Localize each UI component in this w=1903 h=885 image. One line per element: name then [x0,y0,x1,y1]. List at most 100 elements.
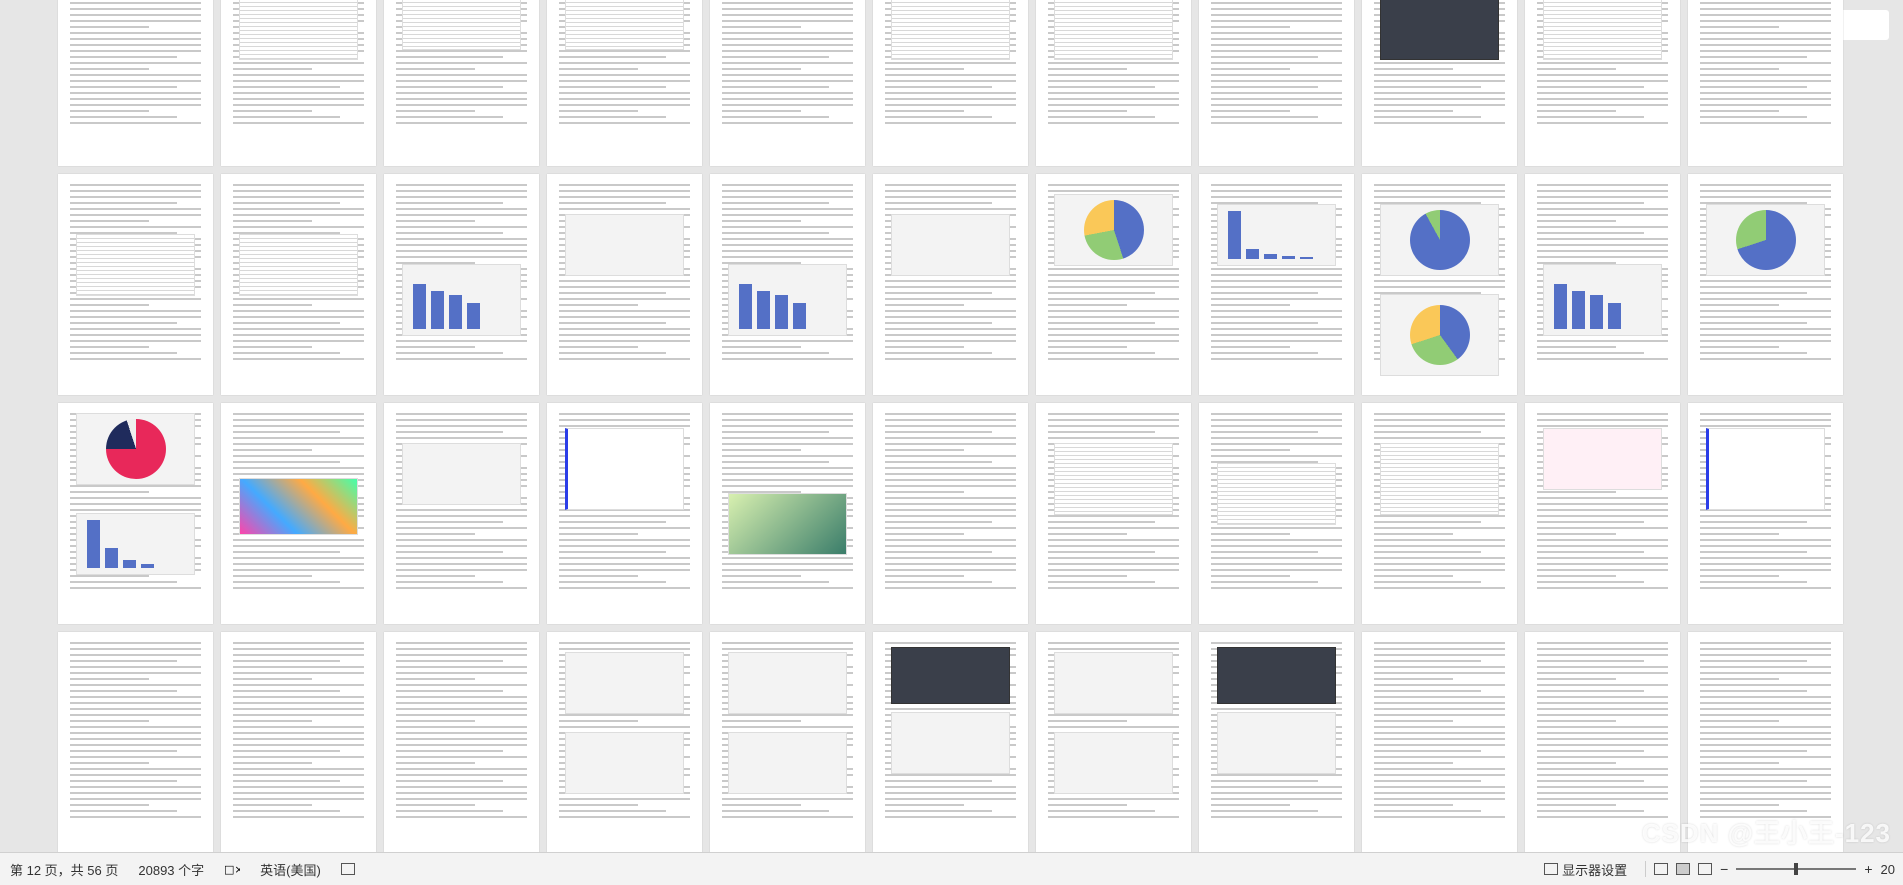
display-settings-button[interactable]: 显示器设置 [1534,860,1637,879]
chart-bar [1572,291,1585,329]
page-thumbnail[interactable] [384,0,539,166]
word-count[interactable]: 20893 个字 [128,860,214,879]
page-thumbnail[interactable] [1199,0,1354,166]
figure [1054,732,1173,794]
figure [1543,264,1662,336]
page-thumbnail[interactable] [1036,174,1191,395]
zoom-out-icon[interactable]: − [1720,861,1728,877]
figure [402,443,521,505]
page-thumbnail[interactable] [1362,403,1517,624]
page-thumbnail[interactable] [1199,632,1354,852]
figure [1380,443,1499,515]
status-bar: 第 12 页，共 56 页 20893 个字 □× 英语(美国) 显示器设置 −… [0,852,1903,885]
zoom-percentage[interactable]: 20 [1881,862,1895,877]
figure [1217,647,1336,704]
print-layout-icon[interactable] [1676,863,1691,875]
figure [1380,0,1499,60]
page-thumbnail[interactable] [710,0,865,166]
figure [1054,443,1173,515]
figure [728,493,847,555]
page-thumbnail[interactable] [873,0,1028,166]
page-thumbnail[interactable] [873,403,1028,624]
language-indicator[interactable]: 英语(美国) [250,860,331,879]
multi-page-view [58,0,1843,852]
page-thumbnail[interactable] [58,403,213,624]
page-thumbnail[interactable] [547,174,702,395]
page-thumbnail[interactable] [1362,174,1517,395]
chart-bar [1608,303,1621,329]
page-thumbnail[interactable] [1362,0,1517,166]
page-thumbnail[interactable] [547,403,702,624]
spell-check-icon[interactable]: □× [214,862,250,876]
read-mode-icon[interactable] [1654,863,1669,875]
page-thumbnail[interactable] [58,174,213,395]
page-thumbnail[interactable] [1688,403,1843,624]
page-thumbnail[interactable] [710,403,865,624]
document-canvas[interactable]: CSDN @王小王-123 [0,0,1903,852]
zoom-in-icon[interactable]: + [1864,861,1872,877]
chart-bar [413,284,426,329]
page-thumbnail[interactable] [221,174,376,395]
page-thumbnail[interactable] [221,0,376,166]
figure [1217,712,1336,774]
zoom-slider-thumb[interactable] [1794,863,1799,875]
chart-bar [1300,257,1313,259]
figure [565,652,684,714]
figure [1543,428,1662,490]
page-thumbnail[interactable] [547,0,702,166]
display-settings-icon [1544,863,1559,875]
page-thumbnail[interactable] [873,632,1028,852]
zoom-slider[interactable] [1736,863,1857,875]
page-thumbnail[interactable] [1525,403,1680,624]
chart-bar [123,560,136,568]
watermark: CSDN @王小王-123 [1641,818,1891,848]
page-thumbnail[interactable] [384,174,539,395]
figure [402,264,521,336]
chart-pie [1083,200,1144,260]
page-thumbnail[interactable] [384,403,539,624]
figure [728,652,847,714]
figure [565,0,684,50]
page-thumbnail[interactable] [384,632,539,852]
page-thumbnail[interactable] [221,632,376,852]
page-thumbnail[interactable] [1688,0,1843,166]
figure [1054,0,1173,60]
page-thumbnail[interactable] [873,174,1028,395]
page-thumbnail[interactable] [1036,0,1191,166]
page-thumbnail[interactable] [1199,403,1354,624]
page-thumbnail[interactable] [58,632,213,852]
figure [1217,204,1336,266]
figure [239,478,358,535]
chart-bar [467,303,480,329]
figure [1380,204,1499,276]
page-thumbnail[interactable] [1688,174,1843,395]
page-thumbnail[interactable] [221,403,376,624]
page-thumbnail[interactable] [1036,403,1191,624]
page-thumbnail[interactable] [1525,0,1680,166]
chart-bar [775,295,788,329]
chart-bar [1554,284,1567,329]
page-thumbnail[interactable] [1036,632,1191,852]
figure [1706,204,1825,276]
page-thumbnail[interactable] [710,632,865,852]
chart-bar [793,303,806,329]
figure [1054,652,1173,714]
page-thumbnail[interactable] [58,0,213,166]
chart-bar [739,284,752,329]
accessibility-icon[interactable] [331,863,365,875]
figure [239,0,358,60]
page-thumbnail[interactable] [1362,632,1517,852]
chart-bar [87,520,100,568]
chart-pie [1409,305,1470,365]
web-layout-icon[interactable] [1698,863,1713,875]
figure [76,234,195,296]
page-thumbnail[interactable] [710,174,865,395]
display-settings-label: 显示器设置 [1562,862,1628,878]
page-thumbnail[interactable] [547,632,702,852]
chart-bar [449,295,462,329]
page-thumbnail[interactable] [1525,174,1680,395]
chart-bar [105,548,118,568]
page-indicator[interactable]: 第 12 页，共 56 页 [0,860,128,879]
page-thumbnail[interactable] [1199,174,1354,395]
chart-bar [1590,295,1603,329]
